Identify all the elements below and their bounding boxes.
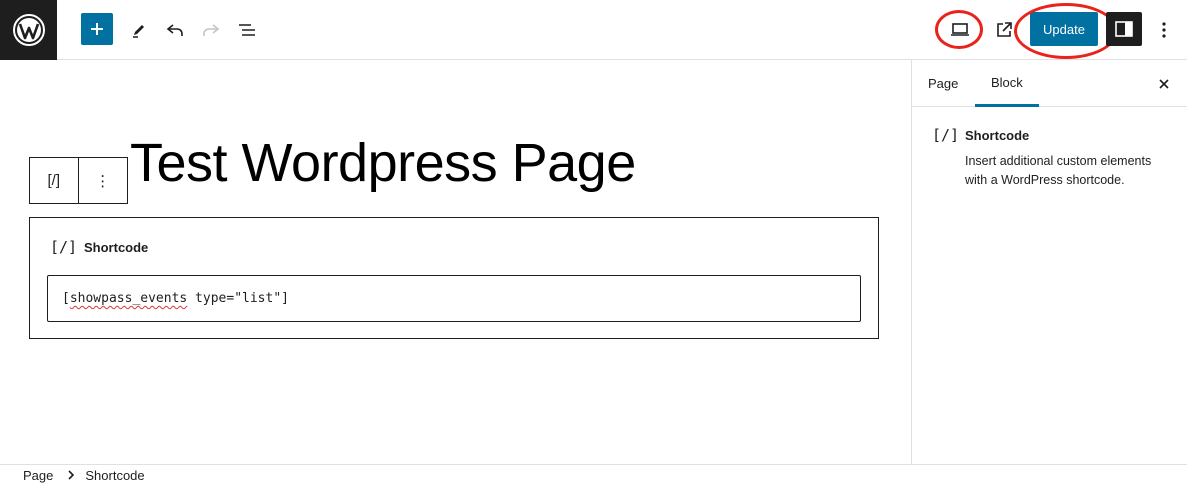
sidebar-tabs: Page Block	[912, 60, 1187, 107]
shortcode-value-suffix: type="list"]	[187, 291, 289, 306]
preview-button[interactable]	[942, 12, 978, 48]
page-title[interactable]: Test Wordpress Page	[130, 132, 636, 194]
shortcode-value-prefix: [	[62, 291, 70, 306]
more-vertical-icon: ⋮	[95, 172, 111, 190]
undo-icon	[166, 24, 183, 36]
close-sidebar-button[interactable]	[1152, 72, 1176, 96]
top-toolbar: Update	[0, 0, 1187, 60]
shortcode-block-header: [/] Shortcode	[50, 238, 148, 256]
tools-button[interactable]	[121, 12, 157, 48]
chevron-right-icon	[67, 469, 75, 483]
external-link-icon	[997, 22, 1012, 37]
editor-canvas: Test Wordpress Page [/] ⋮ [/] Shortcode …	[0, 60, 911, 464]
add-block-button[interactable]	[81, 13, 113, 45]
view-post-button[interactable]	[986, 12, 1022, 48]
wordpress-logo-icon	[12, 14, 45, 46]
settings-sidebar: Page Block [/] Shortcode Insert addition…	[911, 60, 1187, 464]
options-button[interactable]	[1146, 12, 1182, 48]
wordpress-logo[interactable]	[0, 0, 57, 60]
redo-button[interactable]	[193, 12, 229, 48]
shortcode-icon: [/]	[932, 126, 960, 144]
settings-button[interactable]	[1106, 12, 1142, 46]
redo-icon	[203, 24, 220, 36]
block-card-description: Insert additional custom elements with a…	[965, 154, 1152, 187]
laptop-icon	[951, 23, 969, 36]
breadcrumb-item-page[interactable]: Page	[23, 468, 53, 483]
shortcode-input[interactable]: [showpass_events type="list"]	[47, 275, 861, 322]
undo-button[interactable]	[157, 12, 193, 48]
shortcode-block-label: Shortcode	[84, 239, 149, 255]
block-options-button[interactable]: ⋮	[79, 158, 128, 203]
shortcode-block[interactable]: [/] Shortcode [showpass_events type="lis…	[29, 217, 879, 339]
shortcode-value-misspelled: showpass_events	[69, 291, 188, 306]
breadcrumb-item-shortcode[interactable]: Shortcode	[85, 468, 144, 483]
tab-page[interactable]: Page	[912, 60, 974, 107]
list-view-button[interactable]	[229, 12, 265, 48]
pencil-icon	[133, 25, 144, 38]
breadcrumb: Page Shortcode	[0, 464, 1187, 486]
block-card-title: Shortcode	[965, 128, 1030, 143]
plus-icon	[91, 23, 103, 35]
tab-block[interactable]: Block	[975, 60, 1039, 107]
editor-app: Update Test Wordpress Page [/] ⋮ [/] Sho…	[0, 0, 1187, 486]
more-vertical-icon	[1162, 22, 1166, 38]
block-toolbar: [/] ⋮	[29, 157, 128, 204]
close-icon	[1159, 79, 1169, 89]
block-type-button[interactable]: [/]	[30, 158, 79, 203]
sidebar-icon	[1115, 21, 1133, 37]
list-view-icon	[239, 24, 255, 36]
update-button[interactable]: Update	[1030, 12, 1098, 46]
shortcode-icon: [/]	[50, 238, 78, 256]
shortcode-icon: [/]	[47, 172, 60, 189]
